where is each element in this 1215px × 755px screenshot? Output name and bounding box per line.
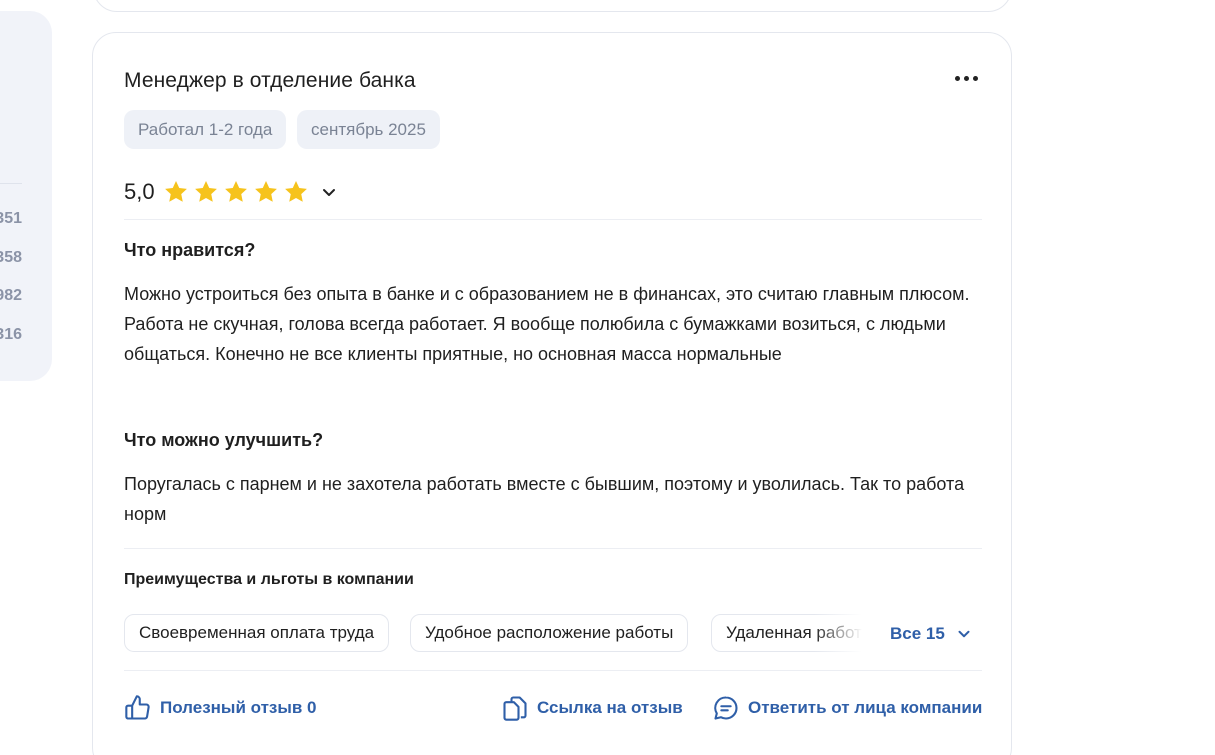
more-dots-icon [972,75,978,81]
copy-link-button[interactable]: Ссылка на отзыв [501,693,683,723]
likes-heading: Что нравится? [124,240,256,260]
divider [124,548,982,549]
review-card: Менеджер в отделение банка Работал 1-2 г… [92,32,1012,755]
divider [124,219,982,220]
more-dots-icon [963,75,969,81]
all-benefits-button[interactable]: Все 15 [890,621,973,647]
sidebar-count: 316 [0,326,22,343]
star-icon [254,181,277,202]
improve-heading: Что можно улучшить? [124,430,324,450]
divider [124,670,982,671]
star-icon [284,181,307,202]
chevron-down-icon [958,630,970,638]
more-dots-icon [954,75,960,81]
rating-value: 5,0 [124,179,155,204]
chat-icon [714,696,738,720]
chevron-down-icon[interactable] [317,180,341,204]
likes-text: Можно устроиться без опыта в банке и с о… [124,284,970,364]
star-icon [224,181,247,202]
sidebar-count: 358 [0,249,22,266]
benefit-chip[interactable]: Своевременная оплата труда [124,614,390,652]
copy-icon [503,696,527,721]
all-benefits-label: Все 15 [890,624,945,643]
rating-stars [161,177,311,207]
previous-review-card [93,0,1012,12]
improve-text: Поругалась с парнем и не захотела работа… [124,474,965,524]
review-title: Менеджер в отделение банка [124,69,416,92]
helpful-button[interactable]: Полезный отзыв 0 [124,693,317,723]
copy-link-label: Ссылка на отзыв [537,698,683,717]
date-tag: сентябрь 2025 [297,110,440,149]
sidebar-divider [0,183,22,184]
star-icon [164,181,187,202]
reply-button[interactable]: Ответить от лица компании [712,693,982,723]
helpful-label: Полезный отзыв 0 [160,698,317,717]
rating-row: 5,0 [124,177,341,207]
benefits-heading: Преимущества и льготы в компании [124,571,414,588]
benefit-chip[interactable]: Удобное расположение работы [410,614,689,652]
tenure-tag: Работал 1-2 года [124,110,287,149]
more-options-button[interactable] [951,67,981,89]
chips-fade [814,614,864,654]
reply-label: Ответить от лица компании [748,698,983,717]
thumbs-up-icon [125,695,150,720]
sidebar-count: 351 [0,210,22,227]
sidebar-count: 982 [0,287,22,304]
benefits-chips: Своевременная оплата труда Удобное распо… [124,614,864,654]
star-icon [194,181,217,202]
